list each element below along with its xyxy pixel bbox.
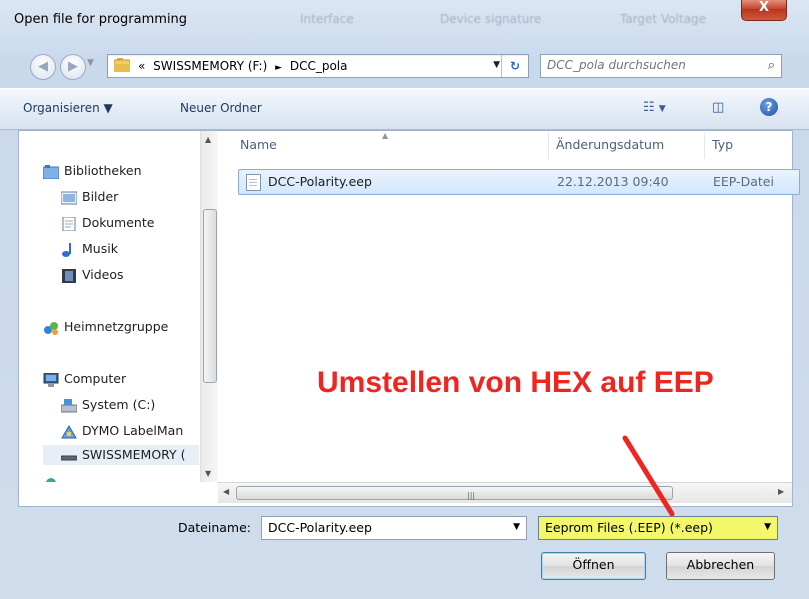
filename-label: Dateiname: (178, 520, 252, 535)
file-type-filter-value[interactable]: Eeprom Files (.EEP) (*.eep) (545, 520, 713, 535)
filename-field[interactable]: DCC-Polarity.eep ▼ (261, 516, 527, 540)
chevron-down-icon[interactable]: ▼ (764, 522, 771, 532)
file-type-filter[interactable]: Eeprom Files (.EEP) (*.eep) ▼ (538, 516, 778, 540)
filename-value[interactable]: DCC-Polarity.eep (268, 520, 372, 535)
chevron-down-icon[interactable]: ▼ (513, 522, 520, 532)
open-file-dialog: Open file for programming Interface Devi… (0, 0, 809, 599)
open-button[interactable]: Öffnen (541, 552, 646, 580)
cancel-button[interactable]: Abbrechen (666, 552, 775, 580)
dialog-footer: Dateiname: DCC-Polarity.eep ▼ Eeprom Fil… (0, 507, 809, 599)
